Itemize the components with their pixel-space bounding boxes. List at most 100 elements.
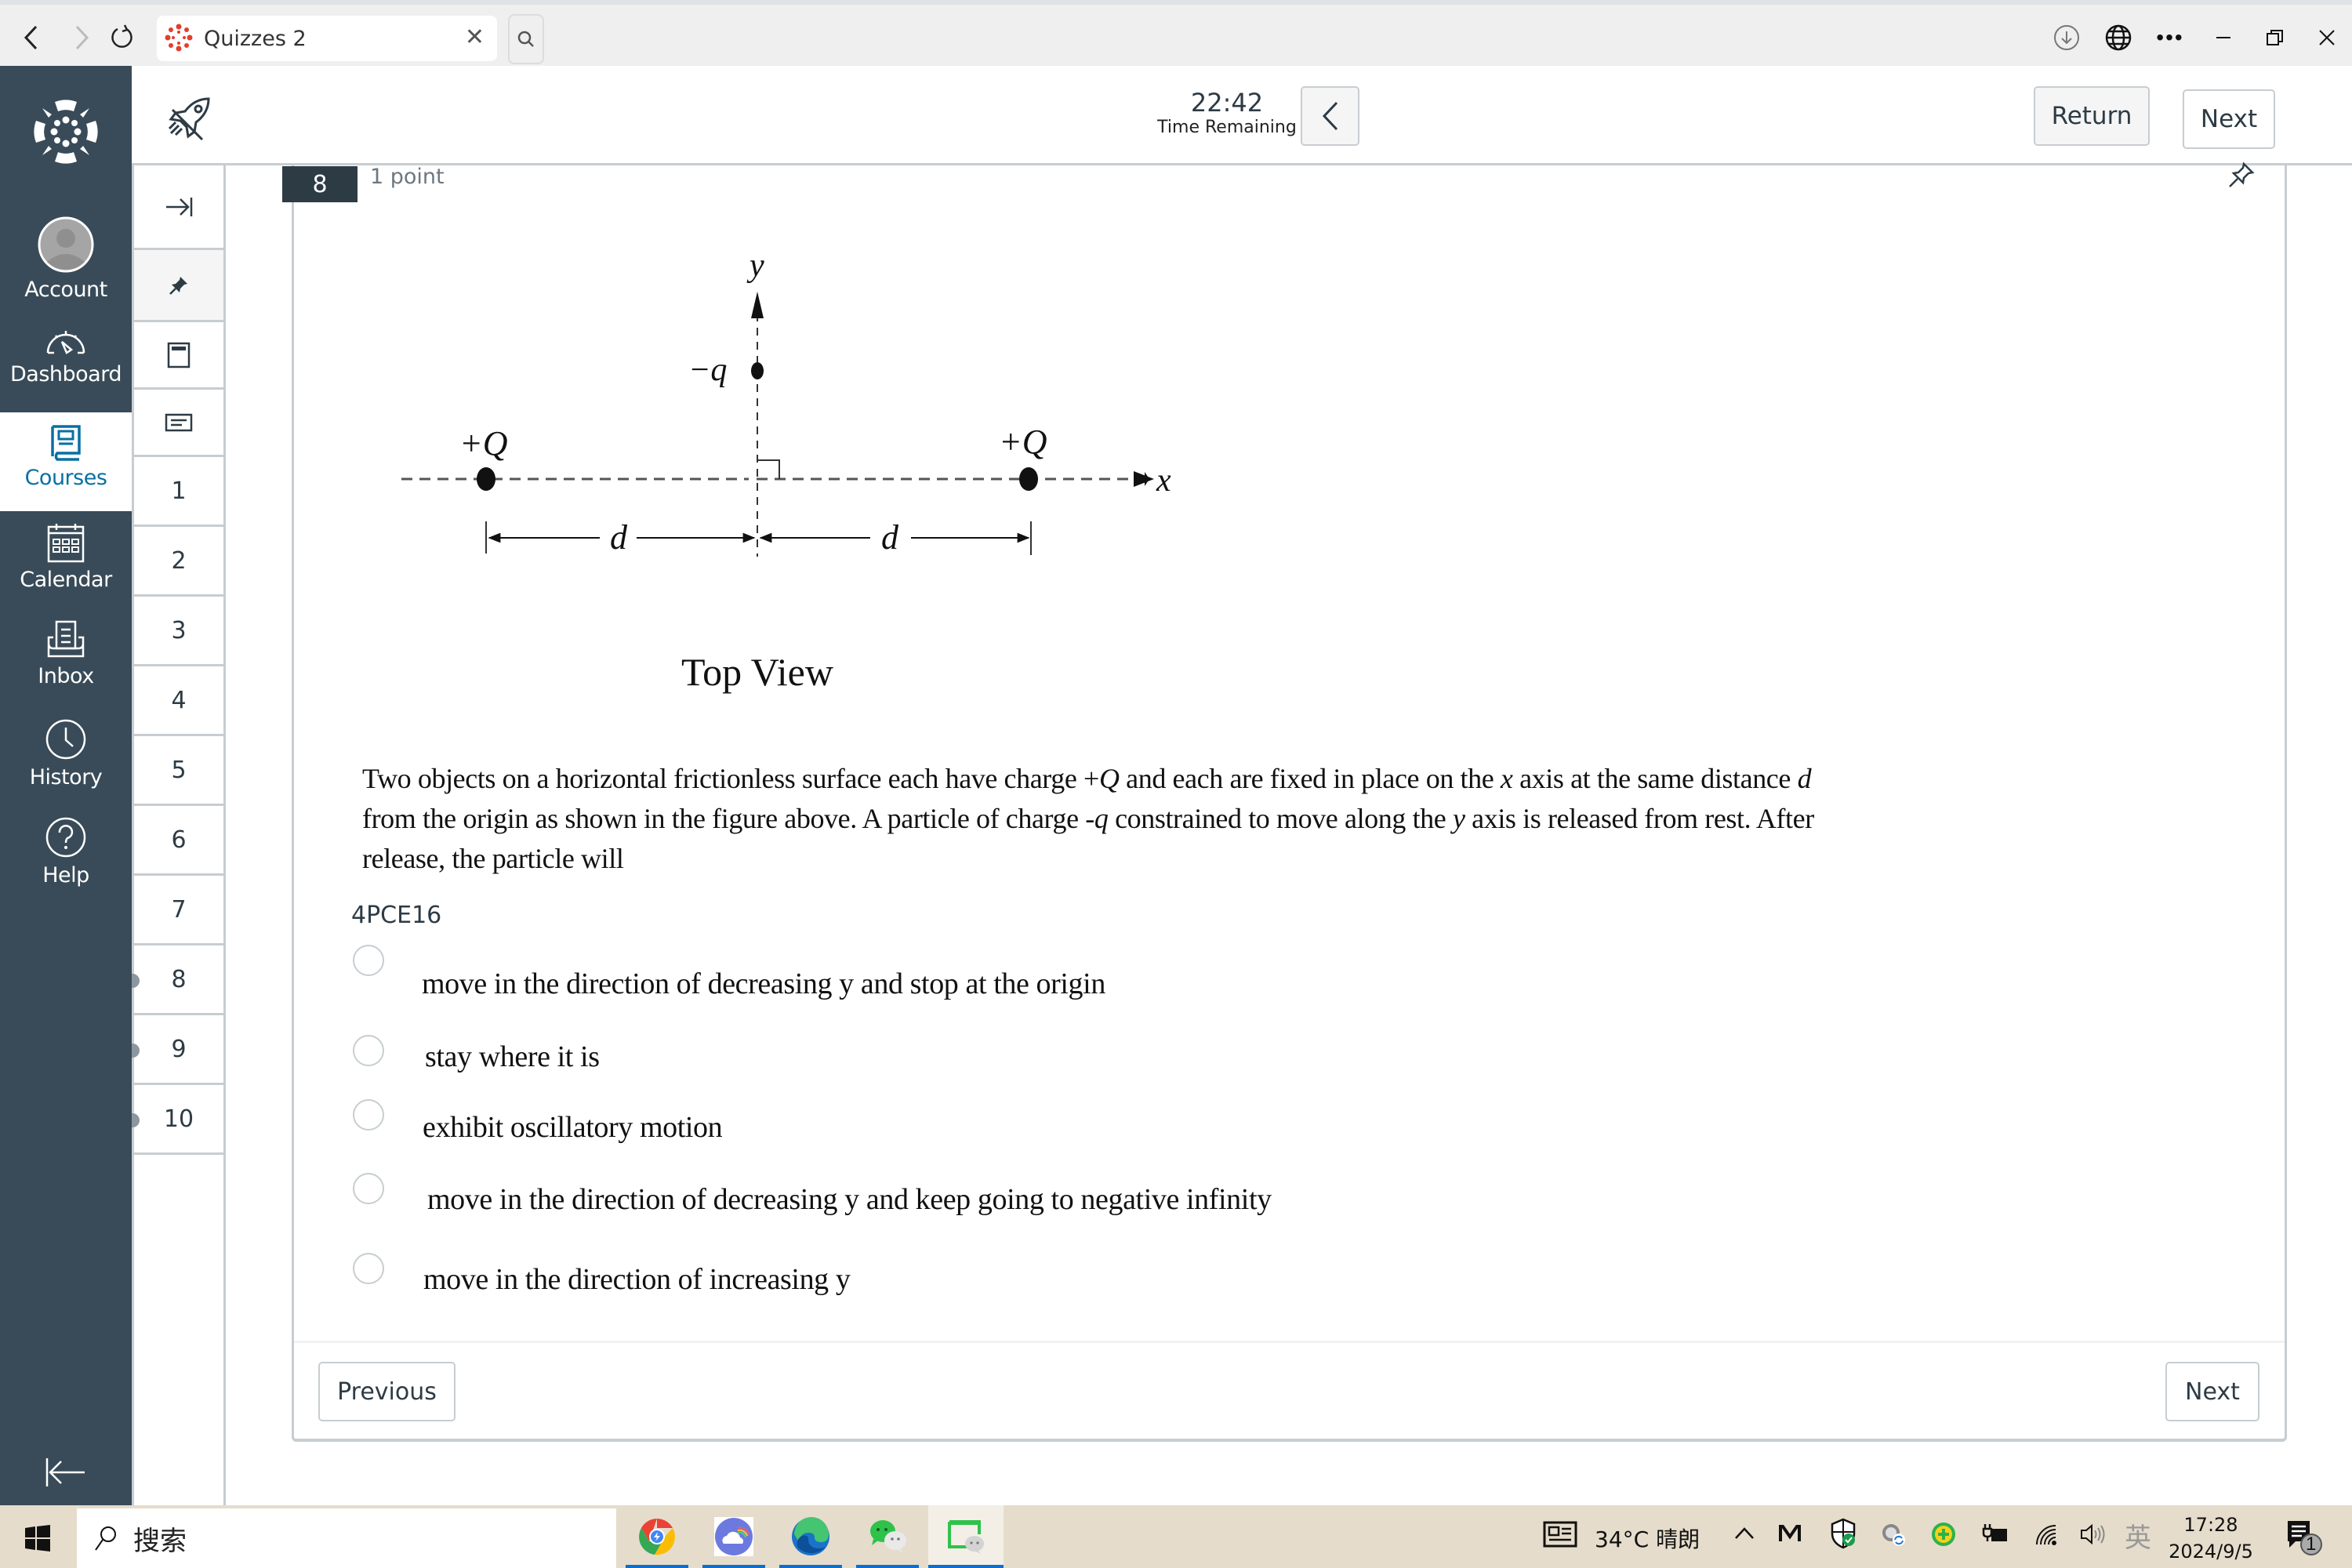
clock-icon [45, 719, 86, 760]
browser-tab[interactable]: Quizzes 2 ✕ [157, 16, 497, 61]
nav-help[interactable]: Help [0, 805, 132, 903]
shield-icon [1831, 1518, 1856, 1549]
search-icon [95, 1526, 116, 1551]
expand-right-icon [166, 197, 193, 216]
expand-question-nav-button[interactable] [134, 165, 223, 250]
tray-security[interactable] [1830, 1518, 1857, 1555]
system-clock[interactable]: 17:28 2024/9/5 [2164, 1512, 2258, 1565]
edge-icon [792, 1517, 829, 1555]
running-indicator [626, 1565, 688, 1568]
answer-radio[interactable] [353, 1035, 384, 1066]
tray-battery[interactable] [1980, 1523, 2009, 1550]
formula-sheet-button[interactable] [134, 390, 223, 457]
back-button[interactable] [14, 20, 49, 55]
restore-button[interactable] [2256, 19, 2294, 56]
news-widget-button[interactable] [1543, 1521, 1577, 1553]
taskbar-app-wechat-window[interactable] [928, 1505, 1004, 1568]
notification-center-button[interactable]: 1 [2285, 1518, 2324, 1557]
downloads-button[interactable] [2048, 19, 2085, 56]
weather-text[interactable]: 34°C 晴朗 [1595, 1523, 1700, 1554]
tab-title: Quizzes 2 [204, 27, 307, 51]
text-segment: Two objects on a horizontal frictionless… [362, 763, 1099, 794]
question-nav-item[interactable]: 8 [132, 946, 223, 1015]
taskbar-app-wechat[interactable] [856, 1505, 919, 1568]
tab-search-icon [517, 31, 534, 47]
canvas-logo[interactable] [31, 97, 100, 170]
figure-caption: Top View [681, 650, 833, 694]
question-nav-number: 8 [171, 965, 187, 993]
close-icon [2319, 30, 2335, 45]
minimize-button[interactable] [2205, 19, 2242, 56]
question-nav-item[interactable]: 5 [134, 736, 223, 806]
answer-text: exhibit oscillatory motion [423, 1111, 723, 1144]
taskbar-app-edge[interactable] [779, 1505, 842, 1568]
return-button[interactable]: Return [2034, 86, 2150, 146]
collapse-nav-button[interactable] [44, 1457, 86, 1492]
tab-close-icon[interactable]: ✕ [465, 24, 485, 51]
nav-history[interactable]: History [0, 707, 132, 805]
answer-radio[interactable] [353, 1173, 384, 1204]
calculator-button[interactable] [134, 322, 223, 390]
nav-inbox[interactable]: Inbox [0, 609, 132, 707]
question-code: 4PCE16 [351, 902, 442, 929]
question-nav-item[interactable]: 3 [134, 597, 223, 666]
nav-calendar[interactable]: Calendar [0, 511, 132, 609]
card-footer-divider [294, 1341, 2285, 1343]
close-window-button[interactable] [2308, 19, 2346, 56]
header-next-button[interactable]: Next [2183, 89, 2275, 149]
tray-cloud-sync[interactable] [1880, 1521, 1907, 1553]
forward-button[interactable] [64, 20, 99, 55]
nav-courses[interactable]: Courses [0, 412, 132, 511]
windows-taskbar: 搜索 34°C 晴朗 英 17:28 2024/9/5 1 [0, 1505, 2352, 1568]
pinned-questions-button[interactable] [134, 250, 223, 322]
hide-timer-button[interactable] [1301, 86, 1359, 146]
answer-radio[interactable] [353, 1099, 384, 1131]
question-number-badge: 8 [282, 166, 358, 202]
tray-plus-app[interactable] [1930, 1521, 1957, 1553]
reload-button[interactable] [105, 20, 140, 55]
nav-label: Account [24, 278, 107, 302]
tray-wifi[interactable] [2034, 1523, 2059, 1552]
question-nav-item[interactable]: 9 [132, 1015, 223, 1085]
downloads-icon [2054, 25, 2079, 50]
right-charge-label: +Q [999, 423, 1047, 461]
taskbar-app-chrome[interactable] [626, 1505, 688, 1568]
running-indicator [928, 1565, 1004, 1568]
wechat-icon [870, 1520, 906, 1553]
tray-volume[interactable] [2079, 1523, 2107, 1552]
start-button[interactable] [24, 1524, 52, 1552]
footer-next-button[interactable]: Next [2165, 1362, 2259, 1421]
previous-button[interactable]: Previous [318, 1362, 456, 1421]
canvas-favicon-icon [165, 24, 193, 52]
text-segment: and each are fixed in place on the [1119, 763, 1501, 794]
answer-radio[interactable] [353, 945, 384, 976]
show-hidden-icons-button[interactable] [1734, 1521, 1755, 1547]
ime-indicator[interactable]: 英 [2125, 1516, 2151, 1555]
text-var: Q [1098, 763, 1120, 794]
globe-button[interactable] [2100, 19, 2137, 56]
question-nav-item[interactable]: 10 [132, 1085, 223, 1155]
forward-icon [75, 25, 89, 50]
question-nav-item[interactable]: 6 [134, 806, 223, 876]
notification-icon [2288, 1521, 2322, 1555]
distance-label-left: d [610, 518, 628, 557]
taskbar-search[interactable]: 搜索 [77, 1508, 616, 1568]
question-nav-item[interactable]: 1 [134, 457, 223, 527]
notification-count: 1 [2306, 1534, 2317, 1555]
question-nav-item[interactable]: 7 [134, 876, 223, 946]
taskbar-app-cloud[interactable] [702, 1505, 765, 1568]
nav-dashboard[interactable]: Dashboard [0, 315, 132, 413]
collapse-left-icon [45, 1458, 85, 1486]
nav-account[interactable]: Account [0, 205, 132, 303]
running-indicator [779, 1565, 842, 1568]
question-nav-item[interactable]: 4 [134, 666, 223, 736]
pin-question-button[interactable] [2227, 162, 2255, 194]
more-button[interactable]: ••• [2151, 19, 2189, 56]
tray-app-m[interactable] [1778, 1523, 1802, 1548]
tab-search-button[interactable] [508, 14, 544, 64]
question-text: Two objects on a horizontal frictionless… [362, 759, 1820, 879]
question-nav-item[interactable]: 2 [134, 527, 223, 597]
answer-radio[interactable] [353, 1253, 384, 1284]
speaker-icon [2081, 1523, 2105, 1545]
time-remaining: 22:42 Time Remaining [1145, 88, 1309, 137]
